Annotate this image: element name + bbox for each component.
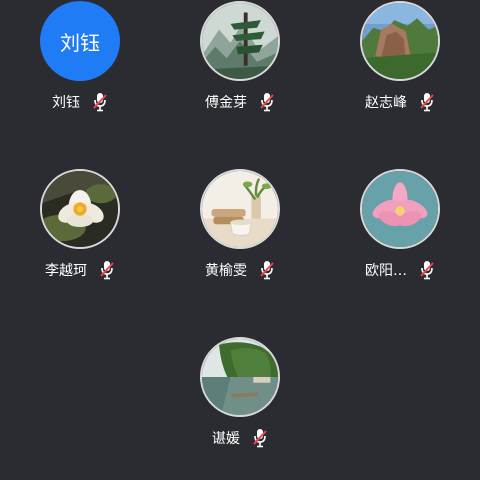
participant-tile-1[interactable]: 傅金芽 — [180, 0, 300, 130]
participant-name: 赵志峰 — [365, 95, 407, 111]
avatar[interactable] — [200, 337, 280, 417]
participant-name-row: 刘钰 — [20, 91, 140, 113]
participant-tile-5[interactable]: 欧阳… — [340, 168, 460, 298]
rock-cliff-landscape-photo — [362, 3, 438, 79]
muted-mic-icon — [99, 260, 115, 280]
participant-name: 黄榆雯 — [205, 263, 247, 279]
participant-name-row: 傅金芽 — [180, 91, 300, 113]
participant-tile-2[interactable]: 赵志峰 — [340, 0, 460, 130]
participant-grid: 刘钰 刘钰 傅金芽 赵志峰 李越珂 黄榆雯 欧阳… 谌媛 — [0, 0, 480, 480]
mountain-pine-photo — [202, 3, 278, 79]
avatar[interactable] — [360, 169, 440, 249]
participant-name-row: 李越珂 — [20, 259, 140, 281]
avatar-initials: 刘钰 — [60, 30, 100, 55]
participant-name-row: 赵志峰 — [340, 91, 460, 113]
muted-mic-icon — [419, 260, 435, 280]
muted-mic-icon — [419, 92, 435, 112]
river-forest-landscape-photo — [202, 339, 278, 415]
participant-name-row: 谌媛 — [180, 427, 300, 449]
muted-mic-icon — [259, 260, 275, 280]
avatar[interactable] — [40, 169, 120, 249]
participant-tile-3[interactable]: 李越珂 — [20, 168, 140, 298]
participant-name: 欧阳… — [365, 263, 407, 279]
muted-mic-icon — [92, 92, 108, 112]
teacup-plant-still-life-photo — [202, 171, 278, 247]
participant-tile-6[interactable]: 谌媛 — [180, 336, 300, 466]
avatar[interactable]: 刘钰 — [40, 1, 120, 81]
white-lotus-flower-photo — [42, 171, 118, 247]
participant-name-row: 黄榆雯 — [180, 259, 300, 281]
avatar[interactable] — [200, 169, 280, 249]
participant-name: 傅金芽 — [205, 95, 247, 111]
avatar[interactable] — [200, 1, 280, 81]
participant-name: 刘钰 — [52, 95, 80, 111]
participant-tile-4[interactable]: 黄榆雯 — [180, 168, 300, 298]
muted-mic-icon — [252, 428, 268, 448]
avatar[interactable] — [360, 1, 440, 81]
participant-name: 李越珂 — [45, 263, 87, 279]
muted-mic-icon — [259, 92, 275, 112]
participant-name-row: 欧阳… — [340, 259, 460, 281]
pink-lotus-flower-photo — [362, 171, 438, 247]
participant-name: 谌媛 — [212, 431, 240, 447]
participant-tile-0[interactable]: 刘钰 刘钰 — [20, 0, 140, 130]
